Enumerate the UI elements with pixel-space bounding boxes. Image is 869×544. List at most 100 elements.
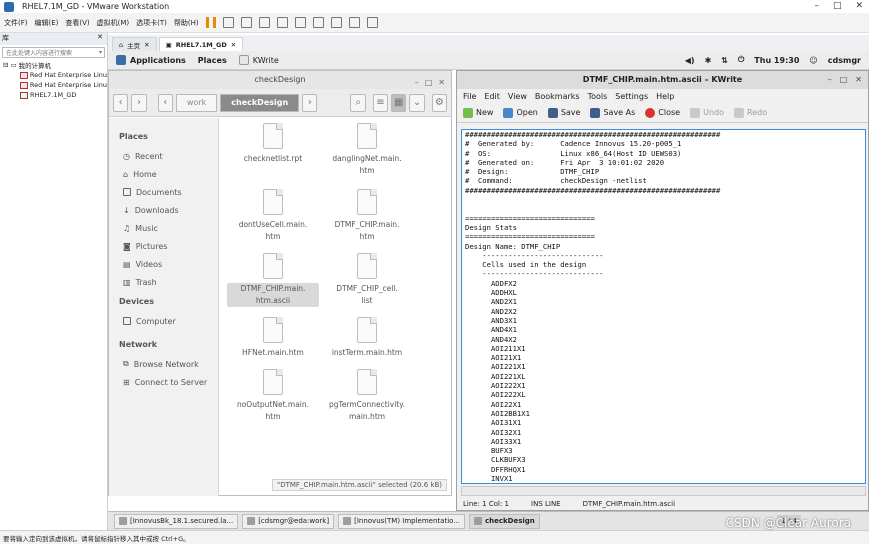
sidebar-item-recent[interactable]: ◷ Recent (109, 147, 218, 165)
edit-mode[interactable]: INS LINE (531, 500, 561, 508)
menu-help[interactable]: Help (656, 92, 674, 101)
active-app-menu[interactable]: KWrite (235, 55, 283, 65)
sidebar-item-downloads[interactable]: ↓ Downloads (109, 201, 218, 219)
menu-edit[interactable]: 编辑(E) (35, 18, 59, 28)
close-icon[interactable]: ✕ (855, 1, 863, 11)
sidebar-item-videos[interactable]: ▤ Videos (109, 255, 218, 273)
clock[interactable]: Thu 19:30 (754, 56, 799, 65)
close-button[interactable]: Close (645, 107, 680, 118)
tab-close-icon[interactable]: ✕ (231, 41, 236, 49)
menu-bookmarks[interactable]: Bookmarks (535, 92, 580, 101)
tree-item-vm[interactable]: Red Hat Enterprise Linu (0, 70, 107, 80)
fullscreen-icon[interactable] (348, 17, 360, 28)
menu-file[interactable]: File (463, 92, 476, 101)
view-options-icon[interactable]: ⌄ (409, 93, 425, 112)
close-icon[interactable]: ✕ (438, 74, 445, 92)
send-ctrl-alt-del-icon[interactable] (222, 17, 234, 28)
file-item-selected[interactable]: DTMF_CHIP.main. htm.ascii (227, 253, 319, 307)
network-icon[interactable]: ⇅ (721, 56, 728, 65)
tab-vm[interactable]: ▣ RHEL7.1M_GD ✕ (158, 37, 244, 51)
unity-icon[interactable] (366, 17, 378, 28)
revert-snapshot-icon[interactable] (258, 17, 270, 28)
file-item[interactable]: instTerm.main.htm (321, 317, 413, 359)
menu-vm[interactable]: 虚拟机(M) (97, 18, 130, 28)
library-view-icon[interactable] (294, 17, 306, 28)
user-menu[interactable]: cdsmgr (828, 56, 861, 65)
sidebar-item-documents[interactable]: Documents (109, 183, 218, 201)
menu-file[interactable]: 文件(F) (4, 18, 28, 28)
task-terminal[interactable]: [cdsmgr@eda:work] (242, 513, 335, 529)
menu-tools[interactable]: Tools (588, 92, 608, 101)
back-button[interactable]: ‹ (113, 93, 129, 112)
file-item[interactable]: checknetlist.rpt (227, 123, 319, 165)
library-search-input[interactable]: 在此处键入内容进行搜索 ▾ (2, 47, 105, 58)
task-innovus[interactable]: [Innovus(TM) Implementatio... (338, 513, 465, 529)
maximize-icon[interactable]: □ (840, 71, 848, 89)
new-button[interactable]: New (463, 107, 493, 118)
list-view-icon[interactable]: ≡ (372, 93, 389, 112)
sidebar-item-home[interactable]: ⌂ Home (109, 165, 218, 183)
maximize-icon[interactable]: □ (833, 1, 842, 11)
pause-icon[interactable] (205, 17, 216, 28)
menu-settings[interactable]: Settings (615, 92, 648, 101)
places-menu[interactable]: Places (194, 56, 231, 65)
menu-edit[interactable]: Edit (484, 92, 500, 101)
save-button[interactable]: Save (547, 107, 580, 118)
task-checkdesign[interactable]: checkDesign (468, 513, 540, 529)
horizontal-scrollbar[interactable] (461, 486, 866, 496)
undo-button[interactable]: Undo (690, 107, 724, 118)
sidebar-item-trash[interactable]: ▥ Trash (109, 273, 218, 291)
gear-icon[interactable]: ⚙ (431, 93, 447, 112)
file-item[interactable]: DTMF_CHIP.main. htm (321, 189, 413, 243)
file-item[interactable]: noOutputNet.main. htm (227, 369, 319, 423)
open-button[interactable]: Open (503, 107, 538, 118)
sidebar-item-connect-server[interactable]: ⊞ Connect to Server (109, 373, 218, 391)
power-icon[interactable]: ⏻ (738, 55, 744, 65)
editor-content[interactable]: ########################################… (462, 130, 865, 483)
close-library-icon[interactable]: ✕ (97, 33, 103, 45)
volume-icon[interactable]: ◀) (685, 56, 695, 65)
task-innovus-bk[interactable]: [InnovusBk_18.1.secured.la... (114, 513, 239, 529)
bluetooth-icon[interactable]: ✱ (705, 56, 712, 65)
redo-button[interactable]: Redo (734, 107, 767, 118)
tab-home[interactable]: ⌂ 主页 ✕ (112, 37, 157, 51)
save-as-button[interactable]: Save As (590, 107, 635, 118)
sidebar-item-music[interactable]: ♫ Music (109, 219, 218, 237)
close-icon[interactable]: ✕ (855, 71, 862, 89)
minimize-icon[interactable]: – (814, 1, 819, 11)
manage-snapshots-icon[interactable] (276, 17, 288, 28)
crumb-right-arrow-icon[interactable]: › (302, 93, 318, 112)
minimize-icon[interactable]: – (828, 71, 832, 89)
crumb-left-arrow-icon[interactable]: ‹ (157, 93, 173, 112)
tab-close-icon[interactable]: ✕ (144, 41, 149, 49)
tree-item-vm[interactable]: Red Hat Enterprise Linu (0, 80, 107, 90)
menu-help[interactable]: 帮助(H) (174, 18, 199, 28)
forward-button[interactable]: › (131, 93, 147, 112)
collapse-icon[interactable]: ⊟ (3, 61, 8, 69)
menu-view[interactable]: View (508, 92, 527, 101)
file-item[interactable]: danglingNet.main. htm (321, 123, 413, 177)
breadcrumb-work[interactable]: work (175, 93, 218, 112)
menu-tabs[interactable]: 选项卡(T) (136, 18, 167, 28)
snapshot-icon[interactable] (240, 17, 252, 28)
sidebar-item-browse-network[interactable]: ⧉ Browse Network (109, 355, 218, 373)
grid-view-icon[interactable]: ▦ (391, 93, 407, 112)
sidebar-item-pictures[interactable]: ◙ Pictures (109, 237, 218, 255)
maximize-icon[interactable]: □ (425, 74, 433, 92)
text-editor-area[interactable]: ########################################… (461, 129, 866, 484)
sidebar-item-computer[interactable]: Computer (109, 312, 218, 330)
breadcrumb-checkdesign[interactable]: checkDesign (220, 93, 300, 112)
file-item[interactable]: DTMF_CHIP_cell. list (321, 253, 413, 307)
thumbnail-view-icon[interactable] (312, 17, 324, 28)
dropdown-icon[interactable]: ▾ (99, 49, 102, 56)
file-item[interactable]: pgTermConnectivity. main.htm (321, 369, 413, 423)
minimize-icon[interactable]: – (415, 74, 419, 92)
file-item[interactable]: HFNet.main.htm (227, 317, 319, 359)
tree-root[interactable]: ⊟ ▭ 我的计算机 (0, 60, 107, 70)
menu-view[interactable]: 查看(V) (65, 18, 89, 28)
applications-menu[interactable]: Applications (112, 55, 190, 65)
tree-item-vm-active[interactable]: RHEL7.1M_GD (0, 90, 107, 100)
file-item[interactable]: dontUseCell.main. htm (227, 189, 319, 243)
search-icon[interactable]: ⌕ (350, 93, 366, 112)
console-view-icon[interactable] (330, 17, 342, 28)
